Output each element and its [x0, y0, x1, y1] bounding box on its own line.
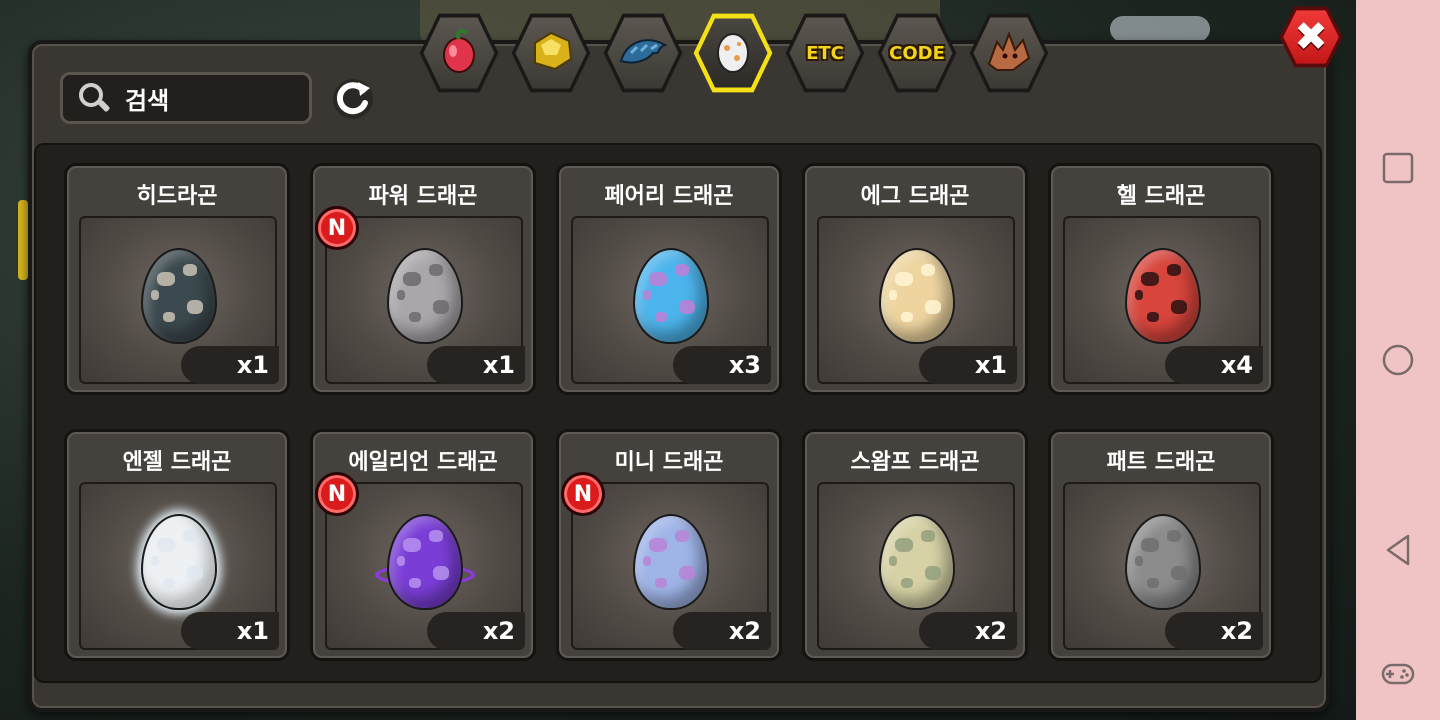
item-name: 헬 드래곤 — [1116, 184, 1206, 209]
item-card[interactable]: 미니 드래곤 x2 N — [556, 429, 782, 661]
item-name: 스왐프 드래곤 — [850, 450, 980, 475]
category-tabs: ETC CODE — [418, 12, 1058, 96]
new-badge: N — [561, 472, 605, 516]
gold-ore-icon — [527, 29, 575, 77]
item-count: x1 — [427, 346, 525, 384]
tab-label: CODE — [889, 42, 945, 64]
game-controller-button[interactable] — [1380, 656, 1416, 692]
home-button[interactable] — [1380, 342, 1416, 378]
item-count: x2 — [919, 612, 1017, 650]
close-button[interactable]: ✖ — [1278, 4, 1344, 70]
item-count: x1 — [181, 346, 279, 384]
back-button[interactable] — [1380, 532, 1416, 568]
item-count: x4 — [1165, 346, 1263, 384]
item-card[interactable]: 에그 드래곤 x1 — [802, 163, 1028, 395]
search-icon — [77, 81, 111, 115]
tab-eggs[interactable] — [692, 12, 774, 94]
tab-gold[interactable] — [510, 12, 592, 94]
dragon-egg-icon — [1125, 248, 1201, 344]
item-count: x2 — [427, 612, 525, 650]
close-icon: ✖ — [1294, 14, 1328, 60]
tab-dragon-food[interactable] — [602, 12, 684, 94]
dragon-egg-icon — [387, 514, 463, 610]
refresh-button[interactable] — [330, 76, 376, 122]
item-card[interactable]: 엔젤 드래곤 x1 — [64, 429, 290, 661]
item-name: 엔젤 드래곤 — [122, 450, 232, 475]
item-name: 에일리언 드래곤 — [348, 450, 498, 475]
recent-apps-icon — [1382, 152, 1414, 184]
item-count: x1 — [919, 346, 1017, 384]
item-count: x2 — [673, 612, 771, 650]
tab-label: ETC — [806, 42, 844, 64]
item-name: 페어리 드래곤 — [604, 184, 734, 209]
blue-dragon-icon — [617, 31, 669, 75]
android-navigation-bar — [1356, 0, 1440, 720]
item-name: 패트 드래곤 — [1106, 450, 1216, 475]
back-icon — [1386, 534, 1410, 566]
dragon-egg-icon — [633, 514, 709, 610]
new-badge: N — [315, 206, 359, 250]
item-name: 에그 드래곤 — [860, 184, 970, 209]
dragon-head-icon — [983, 28, 1035, 78]
refresh-icon — [333, 79, 373, 119]
dragon-egg-icon — [1125, 514, 1201, 610]
search-box[interactable]: 검색 — [60, 72, 312, 124]
dragon-egg-icon — [879, 248, 955, 344]
item-card[interactable]: 에일리언 드래곤 x2 N — [310, 429, 536, 661]
tab-dragon[interactable] — [968, 12, 1050, 94]
dragon-egg-icon — [633, 248, 709, 344]
red-fruit-icon — [437, 27, 481, 79]
new-badge: N — [315, 472, 359, 516]
game-controller-icon — [1381, 663, 1415, 685]
dragon-egg-icon — [141, 248, 217, 344]
background-ribbon — [18, 200, 28, 280]
item-grid: 히드라곤 x1 파워 드래곤 x1 N 페어리 드래곤 x3 에그 드래곤 x1 헬 드래곤 x4 엔… — [34, 143, 1322, 683]
tab-fruit[interactable] — [418, 12, 500, 94]
item-card[interactable]: 파워 드래곤 x1 N — [310, 163, 536, 395]
item-card[interactable]: 페어리 드래곤 x3 — [556, 163, 782, 395]
dragon-egg-icon — [879, 514, 955, 610]
item-name: 히드라곤 — [136, 184, 218, 209]
background-cloud — [1110, 16, 1210, 42]
item-count: x1 — [181, 612, 279, 650]
item-name: 파워 드래곤 — [368, 184, 478, 209]
egg-icon — [715, 28, 751, 78]
item-card[interactable]: 헬 드래곤 x4 — [1048, 163, 1274, 395]
home-icon — [1382, 344, 1414, 376]
tab-code[interactable]: CODE — [876, 12, 958, 94]
tab-etc[interactable]: ETC — [784, 12, 866, 94]
dragon-egg-icon — [141, 514, 217, 610]
item-name: 미니 드래곤 — [614, 450, 724, 475]
item-card[interactable]: 히드라곤 x1 — [64, 163, 290, 395]
item-count: x3 — [673, 346, 771, 384]
item-card[interactable]: 스왐프 드래곤 x2 — [802, 429, 1028, 661]
item-card[interactable]: 패트 드래곤 x2 — [1048, 429, 1274, 661]
recent-apps-button[interactable] — [1380, 150, 1416, 186]
dragon-egg-icon — [387, 248, 463, 344]
item-count: x2 — [1165, 612, 1263, 650]
search-input[interactable]: 검색 — [125, 81, 169, 116]
